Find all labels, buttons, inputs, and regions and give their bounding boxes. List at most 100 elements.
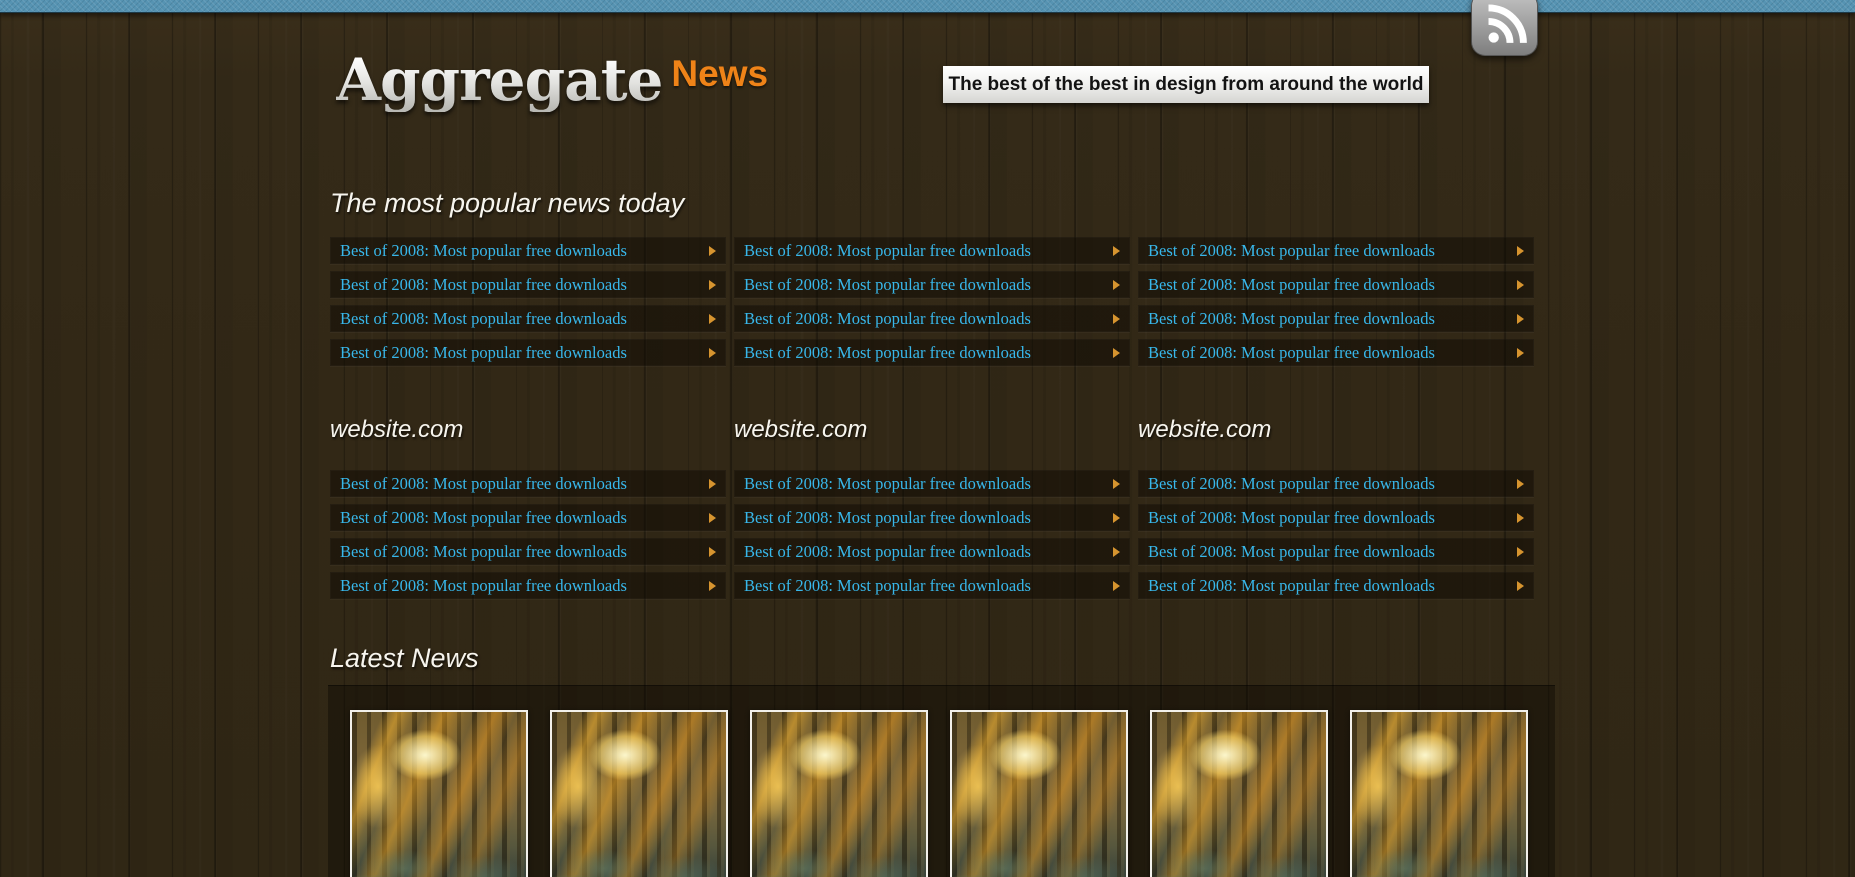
- news-link-row[interactable]: Best of 2008: Most popular free download…: [330, 538, 726, 565]
- news-link-label: Best of 2008: Most popular free download…: [340, 275, 627, 295]
- website-column: Best of 2008: Most popular free download…: [734, 470, 1130, 606]
- news-link-label: Best of 2008: Most popular free download…: [1148, 542, 1435, 562]
- news-link-label: Best of 2008: Most popular free download…: [340, 241, 627, 261]
- news-link-row[interactable]: Best of 2008: Most popular free download…: [330, 470, 726, 497]
- arrow-right-icon: [1113, 581, 1120, 591]
- site-logo[interactable]: Aggregate News: [336, 48, 768, 112]
- news-link-row[interactable]: Best of 2008: Most popular free download…: [1138, 470, 1534, 497]
- news-link-row[interactable]: Best of 2008: Most popular free download…: [1138, 237, 1534, 264]
- news-link-row[interactable]: Best of 2008: Most popular free download…: [1138, 572, 1534, 599]
- news-link-row[interactable]: Best of 2008: Most popular free download…: [734, 339, 1130, 366]
- news-link-row[interactable]: Best of 2008: Most popular free download…: [330, 504, 726, 531]
- arrow-right-icon: [1517, 314, 1524, 324]
- arrow-right-icon: [1113, 246, 1120, 256]
- popular-column: Best of 2008: Most popular free download…: [1138, 237, 1534, 373]
- news-link-row[interactable]: Best of 2008: Most popular free download…: [734, 572, 1130, 599]
- arrow-right-icon: [709, 479, 716, 489]
- arrow-right-icon: [709, 314, 716, 324]
- news-link-label: Best of 2008: Most popular free download…: [1148, 343, 1435, 363]
- news-link-label: Best of 2008: Most popular free download…: [340, 474, 627, 494]
- arrow-right-icon: [1113, 547, 1120, 557]
- website-column: Best of 2008: Most popular free download…: [1138, 470, 1534, 606]
- latest-news-heading: Latest News: [330, 643, 479, 673]
- news-link-row[interactable]: Best of 2008: Most popular free download…: [734, 271, 1130, 298]
- popular-column: Best of 2008: Most popular free download…: [734, 237, 1130, 373]
- website-headings-row: website.com website.com website.com: [330, 416, 1534, 444]
- forest-sunbeams-thumbnail[interactable]: [350, 710, 528, 877]
- news-link-row[interactable]: Best of 2008: Most popular free download…: [330, 572, 726, 599]
- news-link-row[interactable]: Best of 2008: Most popular free download…: [330, 305, 726, 332]
- news-link-row[interactable]: Best of 2008: Most popular free download…: [1138, 504, 1534, 531]
- top-accent-bar: [0, 0, 1855, 13]
- news-link-label: Best of 2008: Most popular free download…: [744, 542, 1031, 562]
- news-link-row[interactable]: Best of 2008: Most popular free download…: [734, 538, 1130, 565]
- news-link-row[interactable]: Best of 2008: Most popular free download…: [734, 470, 1130, 497]
- arrow-right-icon: [709, 547, 716, 557]
- news-link-row[interactable]: Best of 2008: Most popular free download…: [330, 271, 726, 298]
- rss-button[interactable]: [1471, 0, 1538, 56]
- site-logo-accent: News: [671, 54, 768, 94]
- news-link-row[interactable]: Best of 2008: Most popular free download…: [330, 237, 726, 264]
- news-link-label: Best of 2008: Most popular free download…: [744, 576, 1031, 596]
- website-heading: website.com: [1138, 416, 1534, 444]
- news-link-row[interactable]: Best of 2008: Most popular free download…: [1138, 305, 1534, 332]
- arrow-right-icon: [1517, 581, 1524, 591]
- tagline-banner: The best of the best in design from arou…: [943, 66, 1429, 103]
- arrow-right-icon: [1113, 479, 1120, 489]
- forest-sunbeams-thumbnail[interactable]: [950, 710, 1128, 877]
- forest-sunbeams-thumbnail[interactable]: [750, 710, 928, 877]
- news-link-label: Best of 2008: Most popular free download…: [744, 241, 1031, 261]
- arrow-right-icon: [709, 348, 716, 358]
- website-heading: website.com: [330, 416, 726, 444]
- forest-sunbeams-thumbnail[interactable]: [1150, 710, 1328, 877]
- site-logo-text: Aggregate: [336, 48, 662, 112]
- news-link-row[interactable]: Best of 2008: Most popular free download…: [1138, 339, 1534, 366]
- news-link-label: Best of 2008: Most popular free download…: [744, 275, 1031, 295]
- latest-news-panel: [328, 685, 1555, 877]
- rss-icon: [1482, 0, 1528, 49]
- website-heading: website.com: [734, 416, 1130, 444]
- arrow-right-icon: [709, 280, 716, 290]
- news-link-label: Best of 2008: Most popular free download…: [744, 309, 1031, 329]
- news-link-label: Best of 2008: Most popular free download…: [1148, 309, 1435, 329]
- news-link-label: Best of 2008: Most popular free download…: [744, 508, 1031, 528]
- news-link-label: Best of 2008: Most popular free download…: [1148, 576, 1435, 596]
- news-link-label: Best of 2008: Most popular free download…: [1148, 474, 1435, 494]
- forest-sunbeams-thumbnail[interactable]: [550, 710, 728, 877]
- news-link-row[interactable]: Best of 2008: Most popular free download…: [734, 305, 1130, 332]
- arrow-right-icon: [1517, 348, 1524, 358]
- website-column: Best of 2008: Most popular free download…: [330, 470, 726, 606]
- news-link-label: Best of 2008: Most popular free download…: [340, 576, 627, 596]
- popular-column: Best of 2008: Most popular free download…: [330, 237, 726, 373]
- arrow-right-icon: [1113, 513, 1120, 523]
- arrow-right-icon: [709, 513, 716, 523]
- arrow-right-icon: [1517, 246, 1524, 256]
- news-link-row[interactable]: Best of 2008: Most popular free download…: [734, 504, 1130, 531]
- popular-links-grid: Best of 2008: Most popular free download…: [330, 237, 1534, 373]
- arrow-right-icon: [709, 581, 716, 591]
- news-link-row[interactable]: Best of 2008: Most popular free download…: [1138, 538, 1534, 565]
- arrow-right-icon: [1517, 280, 1524, 290]
- tagline-text: The best of the best in design from arou…: [948, 74, 1423, 96]
- forest-sunbeams-thumbnail[interactable]: [1350, 710, 1528, 877]
- news-link-label: Best of 2008: Most popular free download…: [1148, 275, 1435, 295]
- news-link-label: Best of 2008: Most popular free download…: [744, 474, 1031, 494]
- news-link-label: Best of 2008: Most popular free download…: [340, 309, 627, 329]
- arrow-right-icon: [1517, 513, 1524, 523]
- news-link-row[interactable]: Best of 2008: Most popular free download…: [1138, 271, 1534, 298]
- news-link-row[interactable]: Best of 2008: Most popular free download…: [734, 237, 1130, 264]
- arrow-right-icon: [1517, 547, 1524, 557]
- news-link-label: Best of 2008: Most popular free download…: [340, 542, 627, 562]
- news-link-row[interactable]: Best of 2008: Most popular free download…: [330, 339, 726, 366]
- news-link-label: Best of 2008: Most popular free download…: [340, 508, 627, 528]
- news-link-label: Best of 2008: Most popular free download…: [1148, 241, 1435, 261]
- arrow-right-icon: [709, 246, 716, 256]
- popular-section-heading: The most popular news today: [330, 188, 684, 218]
- news-link-label: Best of 2008: Most popular free download…: [744, 343, 1031, 363]
- news-link-label: Best of 2008: Most popular free download…: [1148, 508, 1435, 528]
- website-links-grid: Best of 2008: Most popular free download…: [330, 470, 1534, 606]
- arrow-right-icon: [1113, 280, 1120, 290]
- arrow-right-icon: [1113, 348, 1120, 358]
- news-link-label: Best of 2008: Most popular free download…: [340, 343, 627, 363]
- arrow-right-icon: [1517, 479, 1524, 489]
